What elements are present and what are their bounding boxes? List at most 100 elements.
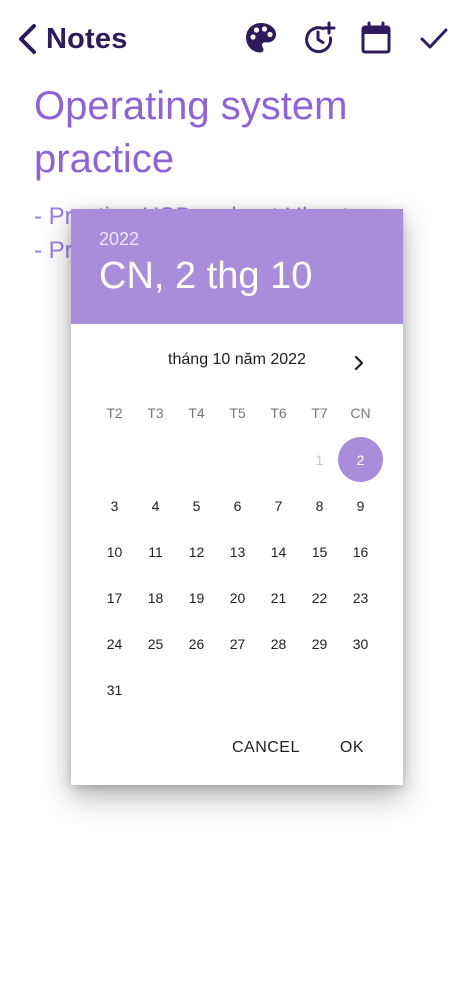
calendar-grid: 1 2 3 4 5 6 7 8 9 10 11 12 13 14 15 16 17 18 19 20 21 22 23 24 2…: [94, 437, 383, 713]
next-month-button[interactable]: [343, 347, 375, 379]
day-number: 31: [106, 682, 123, 698]
calendar-week-row: 12: [94, 437, 383, 483]
calendar-empty-cell: [340, 667, 381, 713]
calendar-day-19[interactable]: 19: [176, 575, 217, 621]
day-number: 13: [229, 544, 246, 560]
day-number: 10: [106, 544, 123, 560]
calendar-day-21[interactable]: 21: [258, 575, 299, 621]
day-number: 11: [148, 544, 163, 560]
palette-button[interactable]: [241, 18, 281, 58]
day-number: 17: [106, 590, 123, 606]
day-number: 20: [229, 590, 246, 606]
day-number: 4: [151, 498, 160, 514]
calendar-empty-cell: [94, 437, 135, 483]
day-number: 12: [188, 544, 205, 560]
calendar-day-31[interactable]: 31: [94, 667, 135, 713]
reminder-add-icon: [305, 21, 336, 54]
calendar-day-24[interactable]: 24: [94, 621, 135, 667]
calendar-day-4[interactable]: 4: [135, 483, 176, 529]
day-number: 7: [274, 498, 283, 514]
weekday-header: T2 T3 T4 T5 T6 T7 CN: [94, 405, 381, 425]
weekday-label: T3: [147, 405, 164, 421]
calendar-week-row: 24 25 26 27 28 29 30: [94, 621, 381, 667]
calendar-empty-cell: [217, 437, 258, 483]
calendar-day-8[interactable]: 8: [299, 483, 340, 529]
month-navigation: tháng 10 năm 2022: [71, 345, 403, 381]
calendar-day-30[interactable]: 30: [340, 621, 381, 667]
calendar-day-13[interactable]: 13: [217, 529, 258, 575]
weekday-label: T4: [188, 405, 205, 421]
calendar-empty-cell: [135, 437, 176, 483]
app-bar: Notes: [0, 0, 474, 80]
calendar-day-16[interactable]: 16: [340, 529, 381, 575]
calendar-day-5[interactable]: 5: [176, 483, 217, 529]
palette-icon: [246, 23, 276, 53]
day-number: 8: [315, 498, 324, 514]
calendar-day-1: 1: [299, 437, 340, 483]
calendar-day-12[interactable]: 12: [176, 529, 217, 575]
check-icon: [420, 28, 448, 49]
weekday-label: CN: [350, 405, 371, 421]
calendar-button[interactable]: [356, 18, 396, 58]
calendar-day-23[interactable]: 23: [340, 575, 381, 621]
calendar-day-14[interactable]: 14: [258, 529, 299, 575]
day-number: 22: [311, 590, 328, 606]
calendar-week-row: 17 18 19 20 21 22 23: [94, 575, 381, 621]
cancel-button[interactable]: CANCEL: [220, 731, 312, 767]
day-number: 3: [110, 498, 119, 514]
calendar-week-row: 31: [94, 667, 381, 713]
day-number: 19: [188, 590, 205, 606]
note-title[interactable]: Operating system practice: [34, 80, 454, 186]
header-year[interactable]: 2022: [99, 229, 139, 250]
date-picker-dialog: 2022 CN, 2 thg 10 tháng 10 năm 2022 T2 T3…: [71, 209, 403, 785]
calendar-day-26[interactable]: 26: [176, 621, 217, 667]
weekday-label: T2: [106, 405, 123, 421]
day-number: 2: [356, 452, 365, 468]
calendar-day-17[interactable]: 17: [94, 575, 135, 621]
weekday-label: T7: [311, 405, 328, 421]
calendar-day-2[interactable]: 2: [338, 437, 383, 483]
save-check-button[interactable]: [414, 18, 454, 58]
calendar-day-7[interactable]: 7: [258, 483, 299, 529]
day-number: 28: [270, 636, 287, 652]
day-number: 15: [311, 544, 328, 560]
chevron-right-icon: [354, 355, 364, 371]
calendar-day-18[interactable]: 18: [135, 575, 176, 621]
day-number: 25: [147, 636, 164, 652]
header-selected-date[interactable]: CN, 2 thg 10: [99, 255, 312, 298]
calendar-empty-cell: [176, 667, 217, 713]
day-number: 26: [188, 636, 205, 652]
day-number: 29: [311, 636, 328, 652]
calendar-week-row: 3 4 5 6 7 8 9: [94, 483, 381, 529]
calendar-day-29[interactable]: 29: [299, 621, 340, 667]
calendar-empty-cell: [299, 667, 340, 713]
day-number: 27: [229, 636, 246, 652]
weekday-label: T6: [270, 405, 287, 421]
dialog-actions: CANCEL OK: [220, 731, 403, 767]
day-number: 30: [352, 636, 369, 652]
weekday-label: T5: [229, 405, 246, 421]
calendar-day-6[interactable]: 6: [217, 483, 258, 529]
calendar-day-27[interactable]: 27: [217, 621, 258, 667]
calendar-empty-cell: [135, 667, 176, 713]
day-number: 14: [270, 544, 287, 560]
calendar-day-11[interactable]: 11: [135, 529, 176, 575]
calendar-day-3[interactable]: 3: [94, 483, 135, 529]
back-button[interactable]: Notes: [14, 18, 128, 60]
calendar-day-20[interactable]: 20: [217, 575, 258, 621]
reminder-button[interactable]: [299, 18, 339, 58]
calendar-day-9[interactable]: 9: [340, 483, 381, 529]
calendar-day-25[interactable]: 25: [135, 621, 176, 667]
day-number: 5: [192, 498, 201, 514]
calendar-day-22[interactable]: 22: [299, 575, 340, 621]
day-number: 24: [106, 636, 123, 652]
calendar-day-10[interactable]: 10: [94, 529, 135, 575]
calendar-day-28[interactable]: 28: [258, 621, 299, 667]
day-number: 9: [356, 498, 365, 514]
calendar-empty-cell: [217, 667, 258, 713]
back-title: Notes: [46, 22, 128, 55]
calendar-day-15[interactable]: 15: [299, 529, 340, 575]
day-number: 23: [352, 590, 369, 606]
ok-button[interactable]: OK: [328, 731, 376, 767]
back-chevron-icon: [19, 24, 36, 54]
